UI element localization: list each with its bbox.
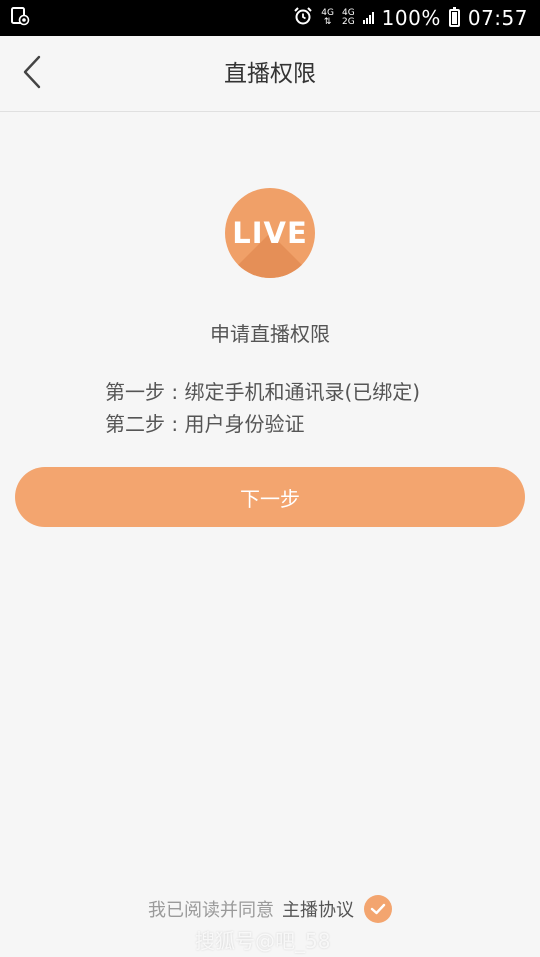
network-type-1: 4G ⇅ [321,9,334,27]
watermark: 搜狐号@吧_58 [195,929,331,953]
network-type-2: 4G 2G [342,9,355,27]
page-title: 直播权限 [224,61,316,87]
step-item: 第二步 : 用户身份验证 [105,412,305,436]
battery-percentage: 100% [381,6,441,30]
agreement-text: 我已阅读并同意 [148,900,274,921]
anchor-agreement-link[interactable]: 主播协议 [282,896,354,922]
next-step-button[interactable]: 下一步 [15,467,525,527]
screen-record-icon [10,6,30,30]
status-bar: 4G ⇅ 4G 2G 100% 07:57 [0,0,540,36]
data-arrows-icon: ⇅ [323,17,332,27]
battery-icon [448,7,460,27]
alarm-icon [293,6,313,31]
apply-title: 申请直播权限 [210,322,330,346]
live-logo-text: LIVE [232,216,308,250]
network-2-bottom-label: 2G [341,17,355,27]
status-right: 4G ⇅ 4G 2G 100% 07:57 [293,6,528,31]
signal-icon [362,12,374,24]
nav-bar: 直播权限 [0,36,540,112]
clock: 07:57 [467,6,528,30]
steps-list: 第一步 : 绑定手机和通讯录(已绑定) 第二步 : 用户身份验证 [105,376,420,440]
chevron-left-icon [21,54,43,94]
live-logo: LIVE [225,188,315,278]
check-circle-icon[interactable] [364,895,392,923]
step-item: 第一步 : 绑定手机和通讯录(已绑定) [105,380,421,404]
status-left [10,6,30,30]
back-button[interactable] [12,52,52,96]
agreement-row: 我已阅读并同意 主播协议 [0,891,540,927]
